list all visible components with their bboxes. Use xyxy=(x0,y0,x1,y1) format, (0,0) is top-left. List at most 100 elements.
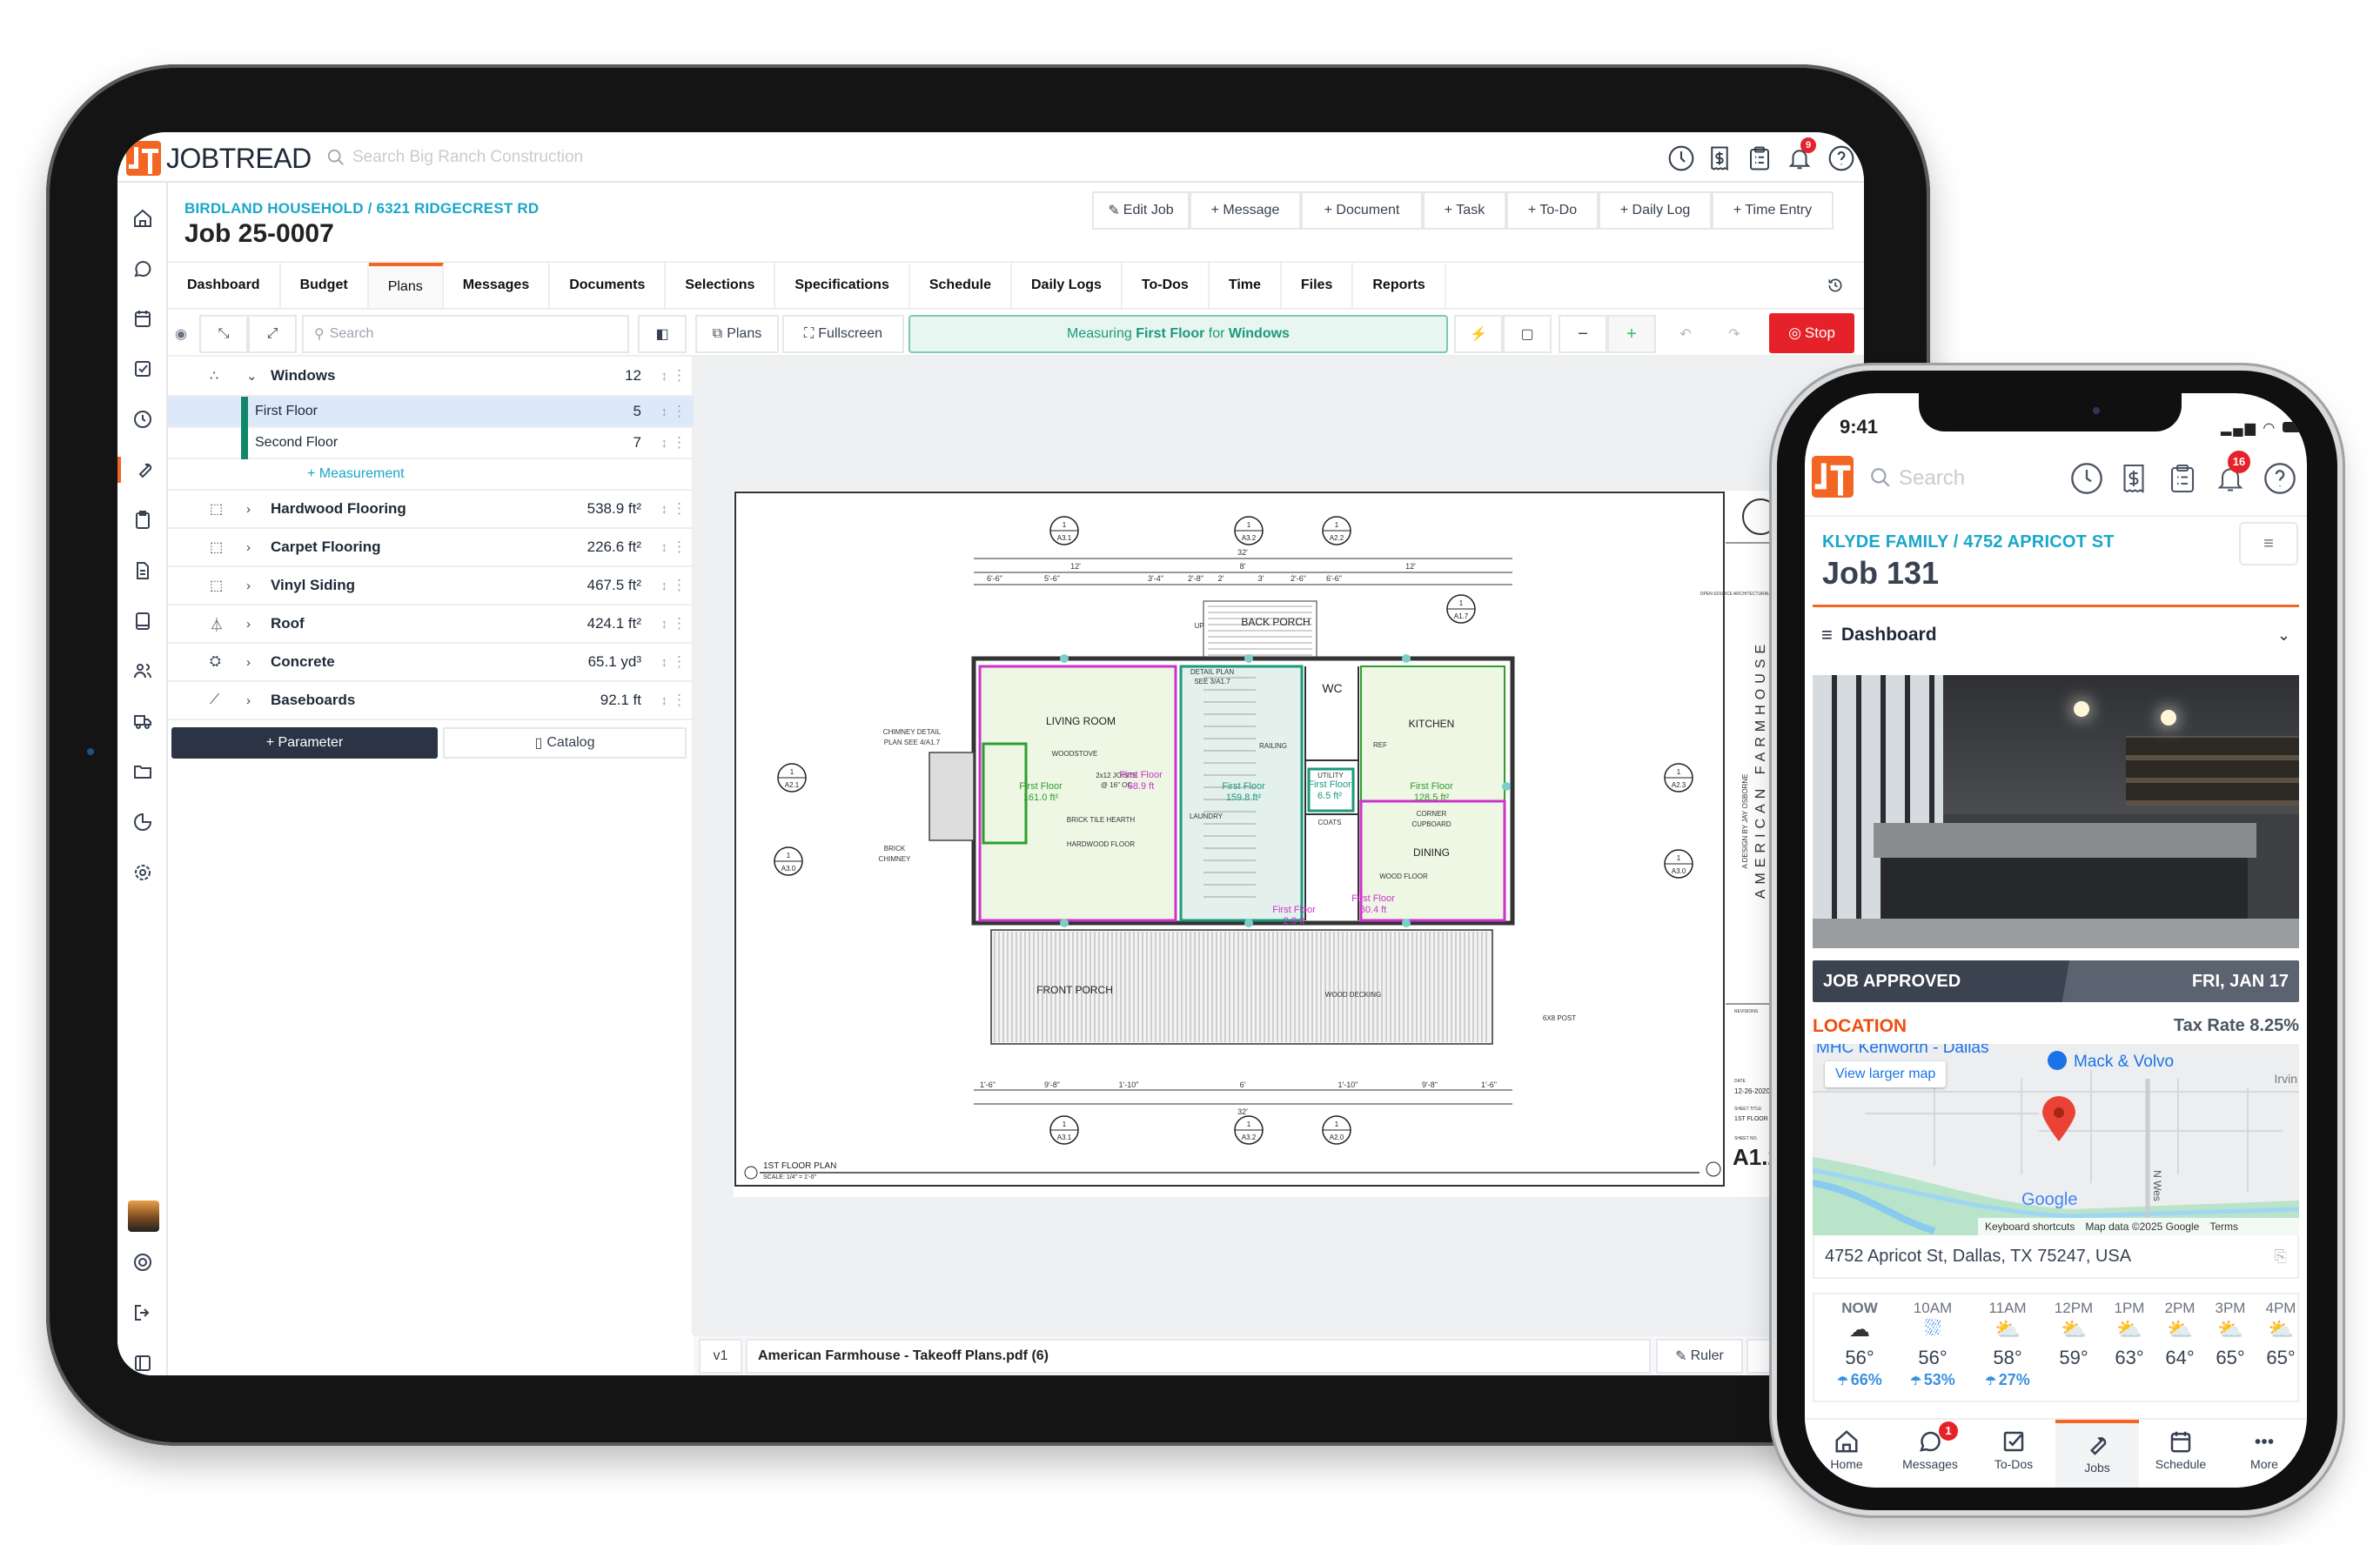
nav-more[interactable]: More xyxy=(2222,1420,2306,1488)
parameter-row[interactable]: ⬚ › Carpet Flooring 226.6 ft² ↕ ⋮ xyxy=(168,529,694,567)
clipboard-icon[interactable] xyxy=(2167,461,2198,496)
parameter-row[interactable]: ⏃ › Roof 424.1 ft² ↕ ⋮ xyxy=(168,605,694,644)
reorder-handle-icon[interactable]: ↕ xyxy=(661,502,668,517)
tab-to-dos[interactable]: To-Dos xyxy=(1123,263,1210,308)
nav-home[interactable]: Home xyxy=(1805,1420,1888,1488)
gear-icon[interactable] xyxy=(130,859,156,886)
reorder-handle-icon[interactable]: ↕ xyxy=(661,540,668,555)
plan-canvas[interactable]: 32' 12' 8' 12' 6'-6" 5'-6" 3'-4" 2'-8" 2' 3' 2'-6"… xyxy=(694,357,1864,1334)
tab-daily-logs[interactable]: Daily Logs xyxy=(1012,263,1123,308)
parameter-row[interactable]: ∴ ⌄ Windows 12 ↕ ⋮ xyxy=(168,357,694,397)
reorder-handle-icon[interactable]: ↕ xyxy=(661,436,668,451)
add-time-entry-button[interactable]: + Time Entry xyxy=(1712,191,1834,230)
expand-all-icon[interactable]: ⤢ xyxy=(248,315,297,353)
reorder-handle-icon[interactable]: ↕ xyxy=(661,655,668,670)
tab-dashboard[interactable]: Dashboard xyxy=(168,263,281,308)
parameter-row[interactable]: ⟋ › Baseboards 92.1 ft ↕ ⋮ xyxy=(168,682,694,720)
keyboard-shortcuts-link[interactable]: Keyboard shortcuts xyxy=(1985,1221,2075,1233)
add-measurement-button[interactable]: + Measurement xyxy=(307,466,405,482)
add-task-button[interactable]: + Task xyxy=(1423,191,1506,230)
nav-schedule[interactable]: Schedule xyxy=(2139,1420,2222,1488)
tab-budget[interactable]: Budget xyxy=(281,263,369,308)
nav-jobs[interactable]: Jobs xyxy=(2055,1420,2139,1488)
more-vertical-icon[interactable]: ⋮ xyxy=(672,615,687,632)
parameter-row[interactable]: ⬚ › Vinyl Siding 467.5 ft² ↕ ⋮ xyxy=(168,567,694,605)
visibility-eye-icon[interactable]: ◉ xyxy=(168,315,194,353)
job-breadcrumb[interactable]: BIRDLAND HOUSEHOLD / 6321 RIDGECREST RD xyxy=(184,200,539,217)
more-vertical-icon[interactable]: ⋮ xyxy=(672,434,687,451)
folder-icon[interactable] xyxy=(130,759,156,785)
chevron-right-icon[interactable]: › xyxy=(246,579,251,593)
chevron-right-icon[interactable]: › xyxy=(246,502,251,517)
pie-chart-icon[interactable] xyxy=(130,809,156,835)
document-icon[interactable] xyxy=(130,558,156,584)
tab-files[interactable]: Files xyxy=(1282,263,1354,308)
copy-icon[interactable]: ⎘ xyxy=(2275,1247,2287,1266)
chevron-right-icon[interactable]: › xyxy=(246,617,251,632)
help-icon[interactable] xyxy=(1827,144,1855,172)
add-parameter-button[interactable]: + Parameter xyxy=(171,727,438,759)
more-vertical-icon[interactable]: ⋮ xyxy=(672,653,687,671)
receipt-dollar-icon[interactable] xyxy=(1706,144,1733,172)
plans-button[interactable]: ⧉ Plans xyxy=(695,315,779,353)
users-icon[interactable] xyxy=(130,658,156,684)
measurement-row[interactable]: First Floor 5 ↕ ⋮ xyxy=(168,397,694,428)
reorder-handle-icon[interactable]: ↕ xyxy=(661,617,668,632)
more-vertical-icon[interactable]: ⋮ xyxy=(672,403,687,420)
toggle-panel-icon[interactable]: ◧ xyxy=(638,315,687,353)
add-message-button[interactable]: + Message xyxy=(1190,191,1301,230)
clock-icon[interactable] xyxy=(130,406,156,432)
nav-messages[interactable]: Messages 1 xyxy=(1888,1420,1972,1488)
tab-selections[interactable]: Selections xyxy=(666,263,776,308)
checkbox-icon[interactable] xyxy=(130,356,156,382)
chevron-right-icon[interactable]: › xyxy=(246,655,251,670)
parameter-search-input[interactable]: ⚲ Search xyxy=(302,315,629,353)
jobtread-logo-icon[interactable] xyxy=(126,141,161,176)
home-icon[interactable] xyxy=(130,205,156,231)
ruler-button[interactable]: ✎ Ruler xyxy=(1656,1339,1743,1374)
chevron-right-icon[interactable]: › xyxy=(246,693,251,708)
add-daily-log-button[interactable]: + Daily Log xyxy=(1599,191,1712,230)
terms-link[interactable]: Terms xyxy=(2209,1221,2238,1233)
tab-schedule[interactable]: Schedule xyxy=(910,263,1012,308)
job-photo[interactable] xyxy=(1813,675,2299,948)
clock-icon[interactable] xyxy=(1667,144,1695,172)
chevron-down-icon[interactable]: ⌄ xyxy=(246,368,258,384)
jobtread-logo-icon[interactable] xyxy=(1812,456,1854,498)
clipboard-icon[interactable] xyxy=(1746,144,1773,172)
chevron-right-icon[interactable]: › xyxy=(246,540,251,555)
floor-plan-drawing[interactable]: 32' 12' 8' 12' 6'-6" 5'-6" 3'-4" 2'-8" 2' 3' 2'-6"… xyxy=(734,491,1864,1197)
tab-time[interactable]: Time xyxy=(1210,263,1282,308)
edit-job-button[interactable]: ✎ Edit Job xyxy=(1092,191,1190,230)
tab-plans[interactable]: Plans xyxy=(368,263,444,308)
magic-wand-icon[interactable]: ⚡ xyxy=(1454,315,1503,353)
rectangle-tool-icon[interactable]: ▢ xyxy=(1503,315,1552,353)
reorder-handle-icon[interactable]: ↕ xyxy=(661,405,668,419)
logout-icon[interactable] xyxy=(130,1300,156,1326)
catalog-button[interactable]: ▯ Catalog xyxy=(443,727,687,759)
fullscreen-button[interactable]: ⛶ Fullscreen xyxy=(782,315,904,353)
lifebuoy-icon[interactable] xyxy=(130,1249,156,1275)
stop-button[interactable]: ◎ Stop xyxy=(1769,313,1854,353)
menu-button[interactable]: ≡ xyxy=(2239,522,2298,565)
redo-icon[interactable]: ↷ xyxy=(1710,315,1759,353)
receipt-dollar-icon[interactable] xyxy=(2118,461,2149,496)
parameter-row[interactable]: ⬚ › Hardwood Flooring 538.9 ft² ↕ ⋮ xyxy=(168,491,694,529)
more-vertical-icon[interactable]: ⋮ xyxy=(672,500,687,518)
tab-documents[interactable]: Documents xyxy=(550,263,667,308)
more-vertical-icon[interactable]: ⋮ xyxy=(672,577,687,594)
help-icon[interactable] xyxy=(2263,461,2297,496)
more-vertical-icon[interactable]: ⋮ xyxy=(672,538,687,556)
plan-file-name[interactable]: American Farmhouse - Takeoff Plans.pdf (… xyxy=(746,1339,1651,1374)
parameter-row[interactable]: ⛭ › Concrete 65.1 yd³ ↕ ⋮ xyxy=(168,644,694,682)
sidebar-panel-icon[interactable] xyxy=(130,1350,156,1375)
global-search-input[interactable]: Search Big Ranch Construction xyxy=(352,148,583,167)
version-selector[interactable]: v1 xyxy=(699,1339,742,1374)
tab-specifications[interactable]: Specifications xyxy=(775,263,910,308)
clock-icon[interactable] xyxy=(2069,461,2104,496)
view-larger-map-link[interactable]: View larger map xyxy=(1825,1061,1947,1087)
phone-search-input[interactable]: Search xyxy=(1899,466,1965,491)
reorder-handle-icon[interactable]: ↕ xyxy=(661,693,668,708)
zoom-in-button[interactable]: + xyxy=(1607,315,1656,353)
reorder-handle-icon[interactable]: ↕ xyxy=(661,369,668,384)
